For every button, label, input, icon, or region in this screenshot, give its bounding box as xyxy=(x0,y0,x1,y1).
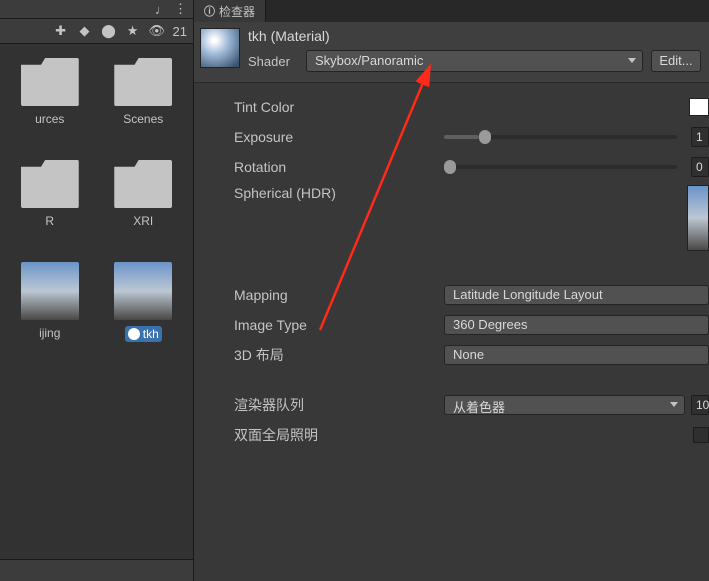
folder-resources[interactable]: urces xyxy=(8,58,92,148)
asset-label: XRI xyxy=(133,214,153,228)
asset-grid: urces Scenes R XRI ijing xyxy=(0,44,193,559)
image-type-dropdown[interactable]: 360 Degrees xyxy=(444,315,709,335)
prop-spherical: Spherical (HDR) xyxy=(234,185,709,257)
image-thumb xyxy=(21,262,79,320)
asset-label: urces xyxy=(35,112,64,126)
hidden-count: 21 xyxy=(173,24,187,39)
prop-rotation: Rotation 0 xyxy=(234,155,709,179)
prop-double-sided-gi: 双面全局照明 xyxy=(234,423,709,447)
prop-render-queue: 渲染器队列 从着色器 10 xyxy=(234,393,709,417)
folder-icon xyxy=(114,160,172,208)
info-icon: ⓘ xyxy=(204,3,215,19)
exposure-value[interactable]: 1 xyxy=(691,127,709,147)
asset-label: tkh xyxy=(143,327,159,341)
add-icon[interactable]: ✚ xyxy=(53,23,69,39)
tab-label: 检查器 xyxy=(219,3,255,20)
mapping-dropdown[interactable]: Latitude Longitude Layout xyxy=(444,285,709,305)
prop-label: Mapping xyxy=(234,287,444,303)
folder-icon xyxy=(21,58,79,106)
asset-label: R xyxy=(45,214,54,228)
asset-material-tkh[interactable]: tkh xyxy=(102,262,186,352)
prop-label: 渲染器队列 xyxy=(234,395,444,415)
status-bar xyxy=(0,559,193,581)
material-title: tkh (Material) xyxy=(248,28,701,44)
prop-label: 双面全局照明 xyxy=(234,425,444,445)
layout-icon[interactable]: ♩ xyxy=(155,2,168,17)
chevron-down-icon xyxy=(628,58,636,63)
asset-label-selected: tkh xyxy=(125,326,162,342)
prop-label: Image Type xyxy=(234,317,444,333)
render-queue-value[interactable]: 10 xyxy=(691,395,709,415)
tag-icon[interactable]: ◆ xyxy=(77,23,93,39)
gi-checkbox[interactable] xyxy=(693,427,709,443)
material-preview[interactable] xyxy=(200,28,240,68)
asset-label: ijing xyxy=(39,326,60,340)
rotation-value[interactable]: 0 xyxy=(691,157,709,177)
left-toolbar: ✚ ◆ ⬤ ★ 👁 21 xyxy=(0,18,193,44)
material-properties: Tint Color Exposure 1 Rotation xyxy=(194,83,709,447)
asset-image-ijing[interactable]: ijing xyxy=(8,262,92,352)
material-header: tkh (Material) Shader Skybox/Panoramic E… xyxy=(194,22,709,83)
shader-label: Shader xyxy=(248,54,298,69)
project-panel: ♩ ⋮ ✚ ◆ ⬤ ★ 👁 21 urces Scenes R xyxy=(0,0,194,581)
prop-tint: Tint Color xyxy=(234,95,709,119)
material-icon xyxy=(128,328,140,340)
prop-exposure: Exposure 1 xyxy=(234,125,709,149)
folder-icon xyxy=(21,160,79,208)
material-thumb xyxy=(114,262,172,320)
inspector-panel: ⓘ 检查器 tkh (Material) Shader Skybox/Panor… xyxy=(194,0,709,581)
color-swatch[interactable] xyxy=(689,98,709,116)
prop-label: Spherical (HDR) xyxy=(234,185,444,201)
prop-3d-layout: 3D 布局 None xyxy=(234,343,709,367)
folder-xri[interactable]: XRI xyxy=(102,160,186,250)
left-panel-header: ♩ ⋮ xyxy=(0,0,193,18)
hidden-icon[interactable]: 👁 xyxy=(149,23,165,39)
prop-label: 3D 布局 xyxy=(234,345,444,365)
render-queue-dropdown[interactable]: 从着色器 xyxy=(444,395,685,415)
menu-icon[interactable]: ⋮ xyxy=(174,1,187,17)
tab-bar: ⓘ 检查器 xyxy=(194,0,709,22)
asset-label: Scenes xyxy=(123,112,163,126)
layout3d-dropdown[interactable]: None xyxy=(444,345,709,365)
folder-scenes[interactable]: Scenes xyxy=(102,58,186,148)
chevron-down-icon xyxy=(670,402,678,407)
prop-image-type: Image Type 360 Degrees xyxy=(234,313,709,337)
shader-dropdown[interactable]: Skybox/Panoramic xyxy=(306,50,643,72)
folder-icon xyxy=(114,58,172,106)
prop-label: Rotation xyxy=(234,159,444,175)
prop-mapping: Mapping Latitude Longitude Layout xyxy=(234,283,709,307)
prop-label: Tint Color xyxy=(234,99,444,115)
texture-slot[interactable] xyxy=(687,185,709,251)
edit-button[interactable]: Edit... xyxy=(651,50,701,72)
rotation-slider[interactable] xyxy=(444,165,677,169)
tab-inspector[interactable]: ⓘ 检查器 xyxy=(194,0,266,22)
exposure-slider[interactable] xyxy=(444,135,677,139)
prop-label: Exposure xyxy=(234,129,444,145)
star-icon[interactable]: ★ xyxy=(125,23,141,39)
folder-r[interactable]: R xyxy=(8,160,92,250)
warning-icon[interactable]: ⬤ xyxy=(101,23,117,39)
